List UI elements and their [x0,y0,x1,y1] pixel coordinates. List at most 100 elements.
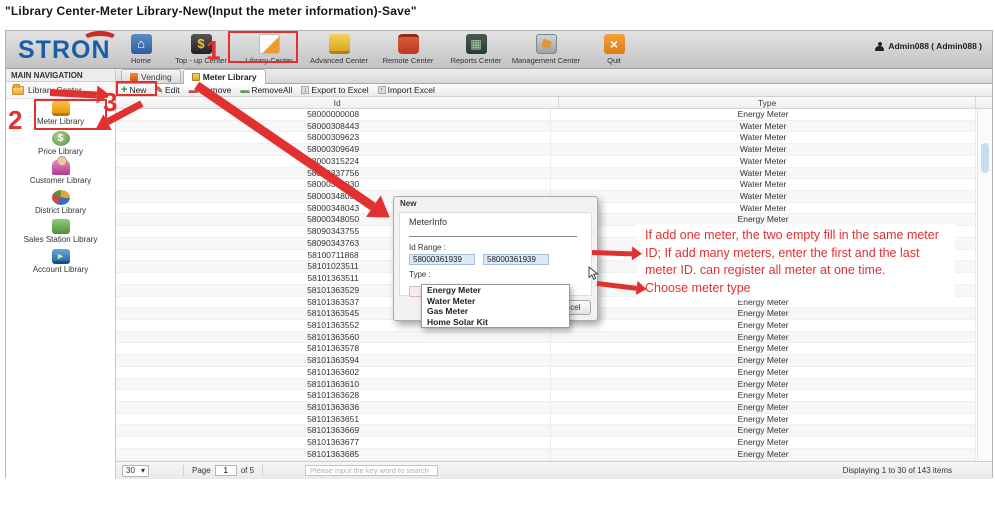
cell-type: Water Meter [551,156,976,167]
edit-button[interactable]: ✎ Edit [155,85,179,95]
table-row[interactable]: 58000308443Water Meter [116,121,976,133]
cell-id: 58101363602 [116,367,551,378]
cell-type: Energy Meter [551,379,976,390]
new-button[interactable]: + New [121,85,146,95]
table-row[interactable]: 58101363636Energy Meter [116,402,976,414]
cell-id: 58101363560 [116,332,551,343]
folder-icon [12,86,24,95]
cell-type: Energy Meter [551,332,976,343]
table-row[interactable]: 58000309649Water Meter [116,144,976,156]
page-number-input[interactable] [215,465,237,476]
remote-center-icon [398,34,419,54]
cell-id: 58101363651 [116,414,551,425]
type-option-gas-meter[interactable]: Gas Meter [422,306,569,317]
cell-type: Energy Meter [551,226,976,237]
sidebar-item-district-library[interactable]: District Library [6,188,115,218]
type-label: Type : [409,270,582,279]
column-header-id[interactable]: Id [116,97,559,108]
type-option-water-meter[interactable]: Water Meter [422,296,569,307]
table-row[interactable]: 58101363602Energy Meter [116,367,976,379]
cell-type: Water Meter [551,191,976,202]
table-row[interactable]: 58101363560Energy Meter [116,332,976,344]
cell-id: 58101363685 [116,449,551,460]
user-info[interactable]: Admin088 ( Admin088 ) [875,41,982,51]
sales-station-library-icon [52,219,70,234]
cell-type: Water Meter [551,144,976,155]
minus-icon: ▬ [189,86,198,95]
page-label: Page [192,466,211,475]
column-header-type[interactable]: Type [559,97,976,108]
page: "Library Center-Meter Library-New(Input … [0,0,995,513]
sidebar-item-customer-library[interactable]: Customer Library [6,158,115,188]
search-input[interactable] [305,465,438,476]
tab-vending[interactable]: Vending [121,69,181,83]
remove-button[interactable]: ▬ Remove [189,85,232,95]
cell-id: 58101363677 [116,437,551,448]
tab-bar: Vending Meter Library [116,69,992,84]
account-library-icon: ▸ [52,249,70,264]
table-row[interactable]: 58101363685Energy Meter [116,449,976,461]
cell-id: 58000315224 [116,156,551,167]
type-option-energy-meter[interactable]: Energy Meter [422,285,569,296]
page-size-select[interactable]: 30 ▾ [122,465,149,477]
cell-type: Energy Meter [551,273,976,284]
cell-type: Energy Meter [551,414,976,425]
type-option-home-solar-kit[interactable]: Home Solar Kit [422,317,569,328]
sidebar-item-meter-library[interactable]: Meter Library [6,99,115,129]
table-row[interactable]: 58000340030Water Meter [116,179,976,191]
import-excel-button[interactable]: ↑ Import Excel [378,85,435,95]
customer-library-icon [52,160,70,175]
topup-icon: $ [191,34,212,54]
cell-type: Energy Meter [551,390,976,401]
plus-icon: + [121,86,127,95]
table-row[interactable]: 58101363610Energy Meter [116,379,976,391]
table-row[interactable]: 58000337756Water Meter [116,168,976,180]
sidebar-item-sales-station-library[interactable]: Sales Station Library [6,217,115,247]
cell-type: Water Meter [551,132,976,143]
sidebar-item-price-library[interactable]: $ Price Library [6,129,115,159]
cell-id: 58000337756 [116,168,551,179]
cell-type: Energy Meter [551,425,976,436]
table-row[interactable]: 58000309623Water Meter [116,132,976,144]
grid-toolbar: + New ✎ Edit ▬ Remove ▬ RemoveAll [116,84,992,97]
id-range-to-input[interactable] [483,254,549,265]
sidebar-item-account-library[interactable]: ▸ Account Library [6,247,115,277]
meter-library-icon [52,101,70,116]
table-row[interactable]: 58101363594Energy Meter [116,355,976,367]
table-header: Id Type [116,97,992,109]
table-row[interactable]: 58101363651Energy Meter [116,414,976,426]
export-excel-button[interactable]: ↓ Export to Excel [301,85,368,95]
app-header: STRON ⌂ Home $ Top - up Center Library C… [6,31,992,69]
tab-meter-library[interactable]: Meter Library [183,69,266,84]
cell-type: Energy Meter [551,109,976,120]
removeall-button[interactable]: ▬ RemoveAll [240,85,292,95]
vertical-scrollbar[interactable] [977,109,992,461]
cell-type: Energy Meter [551,297,976,308]
cell-type: Energy Meter [551,355,976,366]
import-excel-icon: ↑ [378,86,386,94]
meterinfo-section-label: MeterInfo [409,217,577,237]
id-range-from-input[interactable] [409,254,475,265]
table-row[interactable]: 58000315224Water Meter [116,156,976,168]
sidebar-item-library-center[interactable]: Library Center [6,82,115,99]
id-range-label: Id Range : [409,243,582,252]
table-row[interactable]: 58101363578Energy Meter [116,343,976,355]
menu-quit[interactable]: × Quit [572,34,656,65]
cell-type: Energy Meter [551,343,976,354]
table-row[interactable]: 58101363628Energy Meter [116,390,976,402]
cell-type: Water Meter [551,121,976,132]
cell-type: Energy Meter [551,320,976,331]
user-name: Admin088 ( Admin088 ) [888,41,982,51]
reports-center-icon: ▦ [466,34,487,54]
dialog-title: New [394,197,597,210]
table-row[interactable]: 58101363677Energy Meter [116,437,976,449]
cell-id: 58000309649 [116,144,551,155]
displaying-status: Displaying 1 to 30 of 143 items [843,466,952,475]
table-row[interactable]: 58101363669Energy Meter [116,425,976,437]
quit-icon: × [604,34,625,54]
cell-type: Water Meter [551,168,976,179]
mouse-cursor-icon [588,266,599,281]
table-row[interactable]: 58000000008Energy Meter [116,109,976,121]
cell-type: Energy Meter [551,437,976,448]
scrollbar-thumb[interactable] [981,143,989,173]
